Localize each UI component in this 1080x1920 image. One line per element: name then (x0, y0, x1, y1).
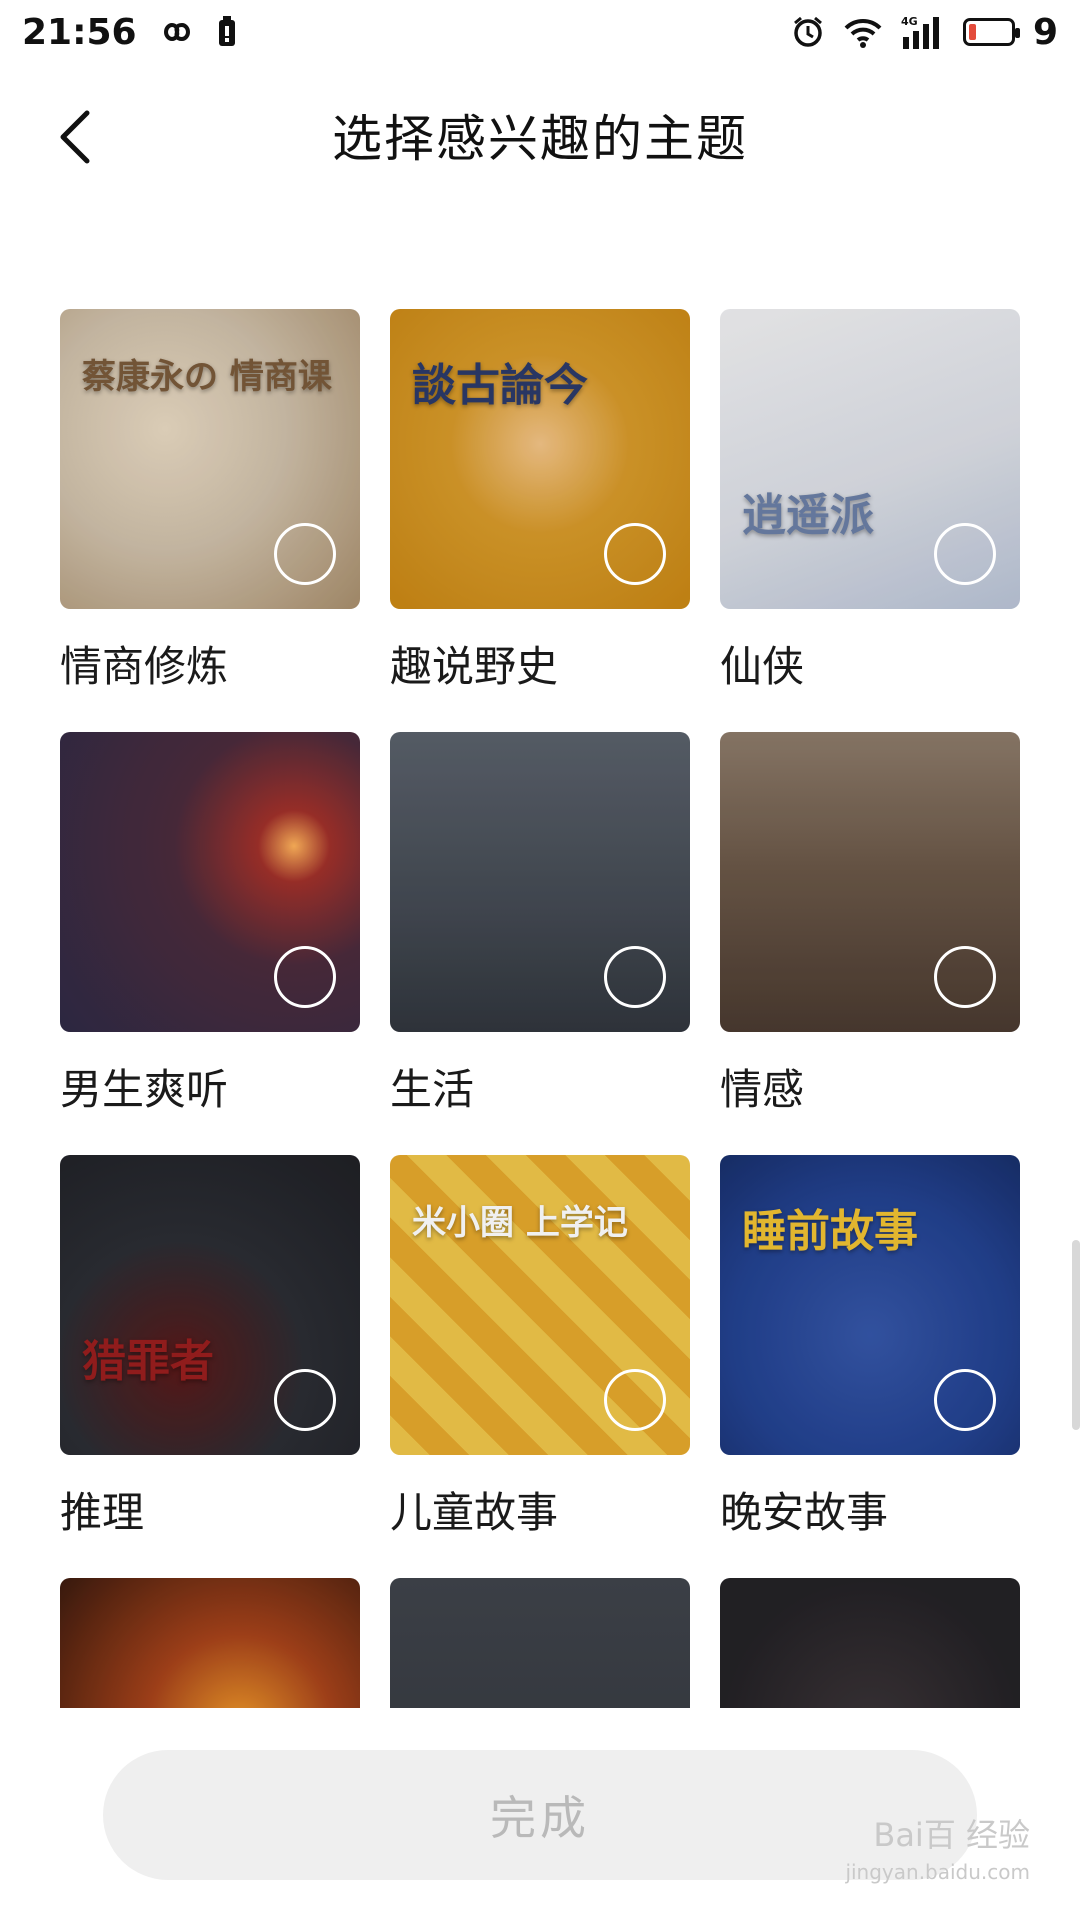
topic-cover-image[interactable] (60, 732, 360, 1032)
status-bar: 21:56 4G 9 (0, 0, 1080, 64)
select-checkbox[interactable] (274, 946, 336, 1008)
battery-saver-icon (217, 16, 237, 48)
select-checkbox[interactable] (604, 1369, 666, 1431)
topic-tile[interactable] (390, 1578, 690, 1710)
status-right: 4G 9 (791, 12, 1058, 53)
topic-tile[interactable]: 蔡康永の 情商课情商修炼 (60, 309, 360, 732)
topic-label: 生活 (390, 1065, 475, 1114)
infinity-icon (155, 20, 199, 44)
topic-label: 仙侠 (720, 642, 805, 691)
topic-cover-image[interactable]: 武神 (60, 1578, 360, 1710)
topic-label: 情商修炼 (60, 642, 229, 691)
alarm-icon (791, 15, 825, 49)
topic-cover-image[interactable] (390, 732, 690, 1032)
topic-cover-image[interactable]: 逍遥派 (720, 309, 1020, 609)
topic-label: 趣说野史 (390, 642, 559, 691)
status-time: 21:56 (22, 11, 137, 53)
watermark-sub: jingyan.baidu.com (845, 1860, 1030, 1884)
topic-tile[interactable]: 米小圈 上学记儿童故事 (390, 1155, 690, 1578)
signal-icon: 4G (901, 15, 945, 49)
topic-tile[interactable]: 武神 (60, 1578, 360, 1710)
topic-cover-image[interactable]: 睡前故事 (720, 1155, 1020, 1455)
wifi-icon (843, 16, 883, 48)
topic-tile[interactable]: 猎罪者 推理 (60, 1155, 360, 1578)
topic-cover-dim-overlay (720, 1578, 1020, 1710)
select-checkbox[interactable] (604, 946, 666, 1008)
select-checkbox[interactable] (274, 523, 336, 585)
topic-cover-image[interactable] (720, 732, 1020, 1032)
scroll-indicator[interactable] (1072, 1240, 1080, 1430)
watermark-text: Bai百 经验 (873, 1816, 1030, 1854)
select-checkbox[interactable] (934, 946, 996, 1008)
topic-label: 晚安故事 (720, 1488, 889, 1537)
topic-cover-image[interactable]: 米小圈 上学记 (390, 1155, 690, 1455)
topic-label: 情感 (720, 1065, 805, 1114)
battery-icon (962, 18, 1020, 46)
header: 选择感兴趣的主题 (0, 90, 1080, 180)
select-checkbox[interactable] (604, 523, 666, 585)
screen: 21:56 4G 9 选择感兴趣的主题 蔡康永の 情商课 情商修炼 談古論今 趣… (0, 0, 1080, 1920)
topic-cover-image[interactable] (390, 1578, 690, 1710)
topic-cover-image[interactable]: 蔡康永の 情商课 (60, 309, 360, 609)
topic-tile[interactable]: 逍遥派 仙侠 (720, 309, 1020, 732)
topic-tile[interactable]: 人皮筆記 (720, 1578, 1020, 1710)
watermark: Bai百 经验 jingyan.baidu.com (845, 1810, 1030, 1884)
topic-cover-dim-overlay (60, 1578, 360, 1710)
topic-tile[interactable]: 男生爽听 (60, 732, 360, 1155)
topic-label: 推理 (60, 1488, 145, 1537)
topic-cover-dim-overlay (390, 1578, 690, 1710)
topic-cover-image[interactable]: 人皮筆記 (720, 1578, 1020, 1710)
topic-tile[interactable]: 情感 (720, 732, 1020, 1155)
svg-text:4G: 4G (901, 15, 918, 28)
topic-cover-image[interactable]: 談古論今 (390, 309, 690, 609)
topic-tile[interactable]: 生活 (390, 732, 690, 1155)
select-checkbox[interactable] (274, 1369, 336, 1431)
topic-tile[interactable]: 談古論今 趣说野史 (390, 309, 690, 732)
select-checkbox[interactable] (934, 1369, 996, 1431)
select-checkbox[interactable] (934, 523, 996, 585)
topic-label: 儿童故事 (390, 1488, 559, 1537)
back-button[interactable] (40, 102, 110, 172)
topic-grid-viewport[interactable]: 蔡康永の 情商课 情商修炼 談古論今 趣说野史 逍遥派 仙侠 男生爽听 生活 情感 猎罪者 推理 米小… (0, 300, 1080, 1710)
status-left: 21:56 (22, 12, 237, 53)
page-title: 选择感兴趣的主题 (332, 110, 748, 168)
topic-grid: 蔡康永の 情商课 情商修炼 談古論今 趣说野史 逍遥派 仙侠 男生爽听 生活 情感 猎罪者 推理 米小… (60, 309, 1020, 1710)
chevron-left-icon (60, 110, 90, 164)
topic-tile[interactable]: 睡前故事 晚安故事 (720, 1155, 1020, 1578)
topic-label: 男生爽听 (60, 1065, 229, 1114)
topic-cover-image[interactable]: 猎罪者 (60, 1155, 360, 1455)
battery-level: 9 (1032, 11, 1058, 53)
